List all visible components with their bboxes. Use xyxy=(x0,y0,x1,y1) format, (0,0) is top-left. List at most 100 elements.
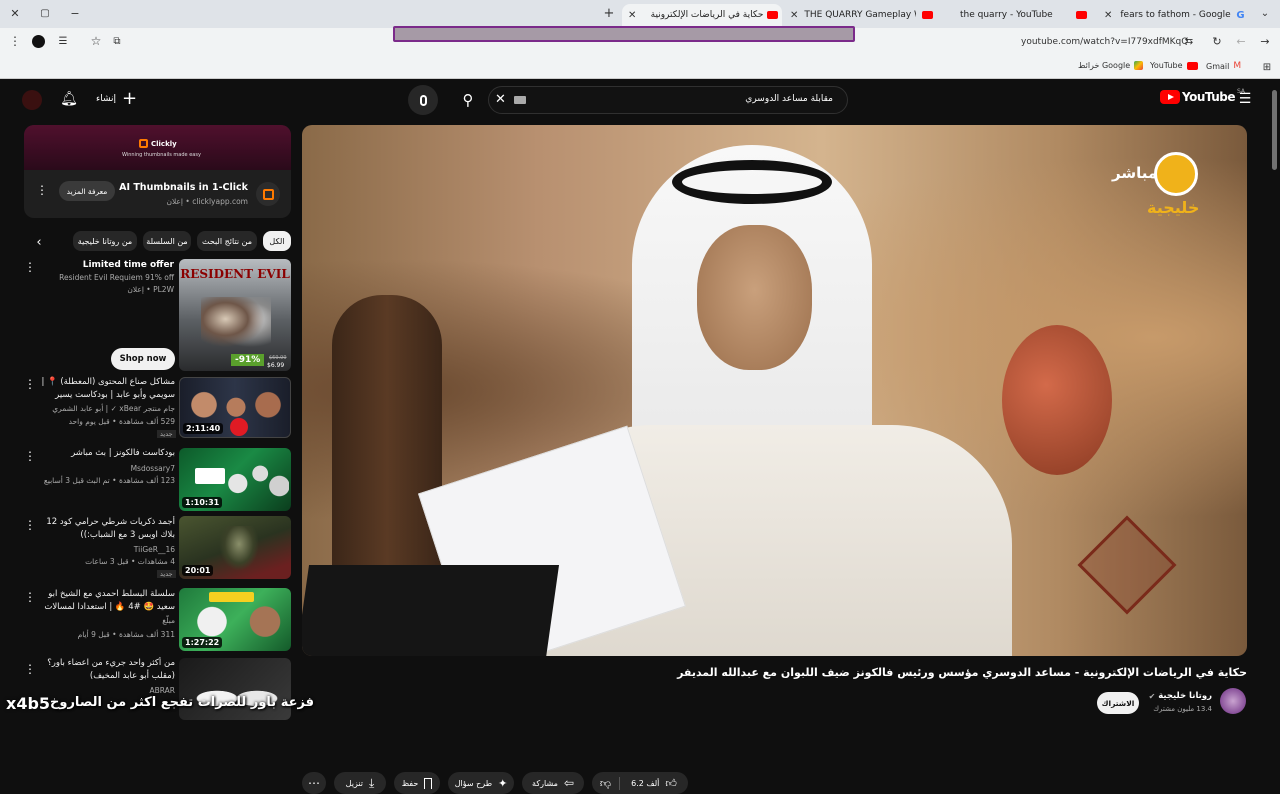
rec-more-icon[interactable]: ⋮ xyxy=(24,449,36,463)
tab-quarry-gameplay[interactable]: ✕ THE QUARRY Gameplay Walkth xyxy=(788,4,934,26)
create-label: إنشاء xyxy=(96,94,117,104)
chip-all[interactable]: الكل xyxy=(263,231,291,251)
install-app-icon[interactable]: ⧉ xyxy=(110,34,124,48)
new-tab-icon[interactable]: + xyxy=(602,6,616,21)
ad-card[interactable]: Clickly Winning thumbnails made easy ⋮ م… xyxy=(24,125,291,218)
apps-grid-icon[interactable]: ⊞ xyxy=(1260,60,1274,74)
download-button[interactable]: تنزيل ⤓ xyxy=(334,772,386,794)
rec-thumbnail[interactable]: 1:10:31 xyxy=(179,448,291,511)
ad-more-icon[interactable]: ⋮ xyxy=(36,183,48,197)
bookmark-maps[interactable]: خرائط Google xyxy=(1078,61,1144,70)
menu-kebab-icon[interactable]: ⋮ xyxy=(8,34,22,48)
rec-channel[interactable]: جام منتجر xBear ✓ | أبو عابد الشمري xyxy=(40,403,175,415)
rec-more-icon[interactable]: ⋮ xyxy=(24,377,36,391)
close-window-icon[interactable]: ✕ xyxy=(8,6,22,20)
tab-bar: ✕ ▢ − + ✕ حكاية في الرياضات الإلكترونية … xyxy=(0,0,1280,28)
download-icon: ⤓ xyxy=(369,775,375,790)
rec-title[interactable]: من أكثر واحد جريء من اعضاء باور؟ (مقلب أ… xyxy=(40,657,175,683)
channel-avatar-header[interactable] xyxy=(22,90,42,110)
promo-more-icon[interactable]: ⋮ xyxy=(24,260,36,274)
shop-now-button[interactable]: Shop now xyxy=(111,348,175,370)
subscribe-label: الاشتراك xyxy=(1101,698,1135,708)
bookmark-gmail[interactable]: Gmail M xyxy=(1206,61,1241,71)
rec-more-icon[interactable]: ⋮ xyxy=(24,662,36,676)
rec-title[interactable]: بودكاست فالكونز | بث مباشر xyxy=(40,447,175,460)
rec-title[interactable]: أجمد ذكريات شرطي حرامي كود 12 بلاك اوبس … xyxy=(40,516,175,542)
hamburger-menu-icon[interactable]: ☰ xyxy=(1236,90,1254,108)
channel-name-row[interactable]: روتانا خليجية ✔ xyxy=(1149,691,1212,701)
tab-quarry-youtube[interactable]: the quarry - YouTube xyxy=(946,4,1092,26)
scrollbar[interactable] xyxy=(1272,90,1277,170)
clear-search-icon[interactable]: ✕ xyxy=(495,92,506,107)
tab-title: حكاية في الرياضات الإلكترونية - xyxy=(648,10,764,20)
like-button[interactable]: 6.2 ألف 👍︎ xyxy=(620,777,688,790)
rec-thumbnail[interactable]: 20:01 xyxy=(179,516,291,579)
tab-search-icon[interactable]: ⌄ xyxy=(1258,6,1272,20)
rec-channel[interactable]: TiiGeR__16 xyxy=(40,544,175,556)
profile-avatar[interactable] xyxy=(32,35,45,48)
save-button[interactable]: حفظ xyxy=(394,772,440,794)
rec-more-icon[interactable]: ⋮ xyxy=(24,518,36,532)
youtube-logo[interactable]: YouTube SA xyxy=(1160,88,1245,104)
ask-button[interactable]: طرح سؤال ✦ xyxy=(448,772,514,794)
channel-logo-text: خليجية xyxy=(1147,198,1200,217)
rec-duration: 20:01 xyxy=(182,565,214,576)
tab-active[interactable]: ✕ حكاية في الرياضات الإلكترونية - xyxy=(622,4,782,26)
promo-thumbnail[interactable]: RESIDENT EVIL -91% $69.99 $6.99 xyxy=(179,259,291,371)
voice-search-button[interactable] xyxy=(408,85,438,115)
rec-title[interactable]: مشاكل صناع المحتوى (المعطلة) 📍 | سويمي و… xyxy=(40,376,175,402)
more-actions-button[interactable]: ⋯ xyxy=(302,772,326,794)
tab-close-icon[interactable]: ✕ xyxy=(1104,10,1112,21)
promo-sponsor: إعلان • PL2W xyxy=(127,285,174,294)
rec-channel[interactable]: Msdossary7 xyxy=(40,463,175,475)
chips-scroll-left-icon[interactable]: ‹ xyxy=(30,233,48,251)
url-field[interactable]: youtube.com/watch?v=I779xdfMKqQ xyxy=(1021,37,1188,47)
search-input[interactable]: مقابلة مساعد الدوسري xyxy=(745,94,833,104)
rec-title[interactable]: سلسلة البسلط احمدي مع الشيخ ابو سعيد 🤩 #… xyxy=(40,588,175,614)
site-settings-icon[interactable]: ⇆ xyxy=(1182,34,1196,48)
bookmark-youtube[interactable]: YouTube xyxy=(1150,61,1198,70)
bookmark-star-icon[interactable]: ☆ xyxy=(89,34,103,48)
verified-icon: ✔ xyxy=(1148,691,1156,701)
rec-meta: 311 ألف مشاهدة • قبل 9 أيام xyxy=(77,630,175,639)
share-button[interactable]: مشاركة ⇦ xyxy=(522,772,584,794)
reload-icon[interactable]: ↻ xyxy=(1210,34,1224,48)
notifications-bell-icon[interactable]: 🔔︎ xyxy=(60,90,78,108)
thumb-banner xyxy=(209,592,254,602)
rec-more-icon[interactable]: ⋮ xyxy=(24,590,36,604)
channel-avatar[interactable] xyxy=(1220,688,1246,714)
new-badge: جديد xyxy=(157,430,176,438)
chip-search-results[interactable]: من نتائج البحث xyxy=(197,231,257,251)
video-player[interactable]: مباشر خليجية xyxy=(302,125,1247,656)
maximize-icon[interactable]: ▢ xyxy=(38,6,52,20)
keyboard-icon[interactable] xyxy=(514,96,526,104)
rec-thumbnail[interactable]: 2:11:40 xyxy=(179,377,291,438)
tab-close-icon[interactable]: ✕ xyxy=(628,10,636,21)
rec-thumbnail[interactable] xyxy=(179,658,291,720)
chip-channel[interactable]: من روتانا خليجية xyxy=(73,231,137,251)
back-icon[interactable]: → xyxy=(1258,34,1272,48)
tab-drag-highlight xyxy=(393,26,855,42)
ad-banner: Clickly Winning thumbnails made easy xyxy=(24,125,291,170)
tab-close-icon[interactable]: ✕ xyxy=(790,10,798,21)
chip-series[interactable]: من السلسلة xyxy=(143,231,191,251)
clickly-cursor-icon xyxy=(262,188,274,200)
rec-channel[interactable]: مبلّغ xyxy=(40,615,175,627)
dislike-button[interactable]: 👎︎ xyxy=(592,776,620,790)
reading-list-icon[interactable]: ☰ xyxy=(56,34,70,48)
tab-google-search[interactable]: ✕ fears to fathom - Google Searc G xyxy=(1100,4,1250,26)
search-button[interactable]: ⚲ xyxy=(450,85,486,115)
subscribe-button[interactable]: الاشتراك xyxy=(1097,692,1139,714)
rec-thumbnail[interactable]: 1:27:22 xyxy=(179,588,291,651)
ad-logo xyxy=(256,182,280,206)
youtube-favicon-icon xyxy=(922,11,934,19)
clickly-logo-icon xyxy=(139,139,148,148)
minimize-icon[interactable]: − xyxy=(68,6,82,20)
chip-label: الكل xyxy=(269,236,285,246)
ad-learn-more-button[interactable]: معرفة المزيد xyxy=(59,181,115,201)
google-favicon-icon: G xyxy=(1236,9,1245,21)
forward-icon[interactable]: ← xyxy=(1234,34,1248,48)
gmail-icon: M xyxy=(1233,61,1242,71)
watermark-text: x4b5 xyxy=(6,694,51,713)
create-button[interactable]: إنشاء + xyxy=(96,90,137,108)
